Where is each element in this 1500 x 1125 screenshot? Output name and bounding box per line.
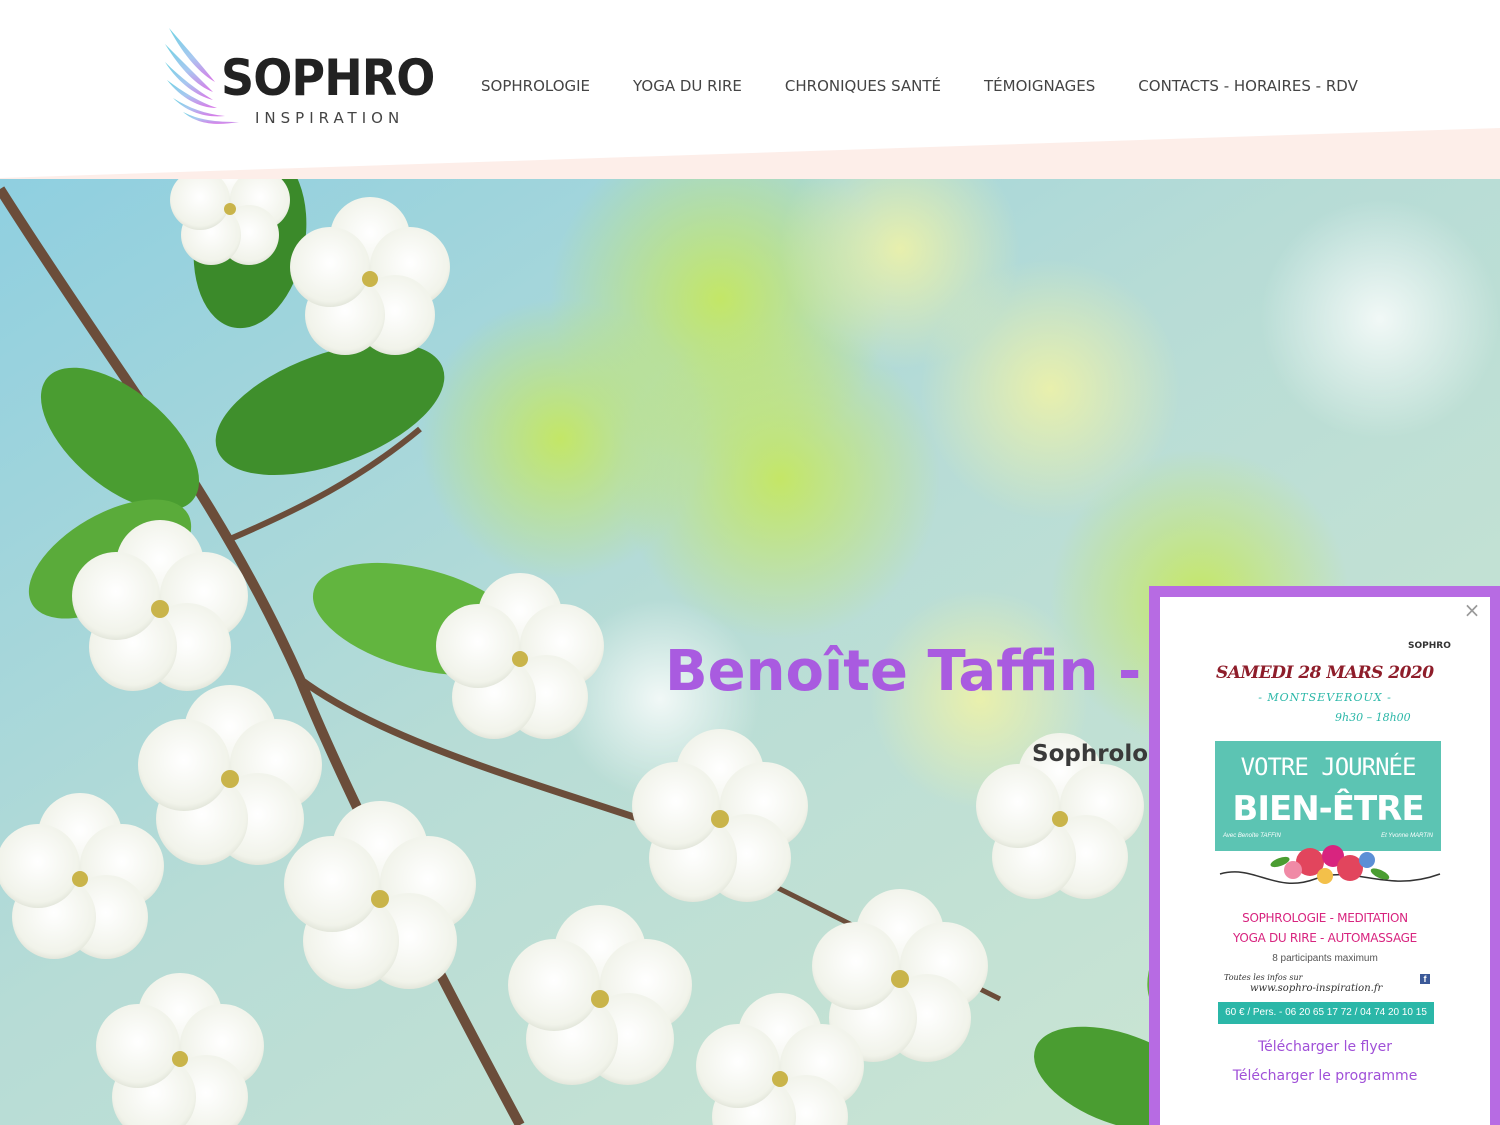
- site-logo[interactable]: SOPHRO INSPIRATION: [163, 26, 443, 130]
- nav-item-yoga-du-rire[interactable]: YOGA DU RIRE: [633, 74, 742, 98]
- nav-item-temoignages[interactable]: TÉMOIGNAGES: [984, 74, 1095, 98]
- flyer-activities-1: SOPHROLOGIE - MEDITATION: [1242, 911, 1408, 925]
- hero-title: Benoîte Taffin - S: [665, 639, 1202, 704]
- flyer-price-contact: 60 € / Pers. - 06 20 65 17 72 / 04 74 20…: [1218, 1002, 1434, 1024]
- facebook-icon: f: [1420, 974, 1430, 984]
- flower-bouquet-icon: [1219, 845, 1441, 884]
- logo-wordmark: SOPHRO: [221, 49, 435, 107]
- flyer-headline-1: VOTRE JOURNÉE: [1240, 753, 1417, 781]
- nav-item-sophrologie[interactable]: SOPHROLOGIE: [481, 74, 590, 98]
- flyer-headline-2: BIEN-ÊTRE: [1232, 789, 1424, 829]
- download-program-link[interactable]: Télécharger le programme: [1160, 1066, 1490, 1086]
- event-popup: × SOPHRO SAMEDI 28 MARS 2020 - MONTSEVER…: [1149, 586, 1500, 1125]
- event-popup-content: × SOPHRO SAMEDI 28 MARS 2020 - MONTSEVER…: [1160, 597, 1490, 1125]
- logo-tagline: INSPIRATION: [255, 109, 405, 127]
- flyer-place: - MONTSEVEROUX -: [1258, 691, 1392, 704]
- flyer-logo: SOPHRO: [1408, 641, 1451, 651]
- close-icon[interactable]: ×: [1462, 600, 1482, 620]
- site-header: SOPHRO INSPIRATION SOPHROLOGIE YOGA DU R…: [0, 0, 1500, 180]
- flyer-url: www.sophro-inspiration.fr: [1250, 983, 1383, 994]
- flyer-hours: 9h30 – 18h00: [1335, 711, 1411, 724]
- event-flyer[interactable]: SOPHRO SAMEDI 28 MARS 2020 - MONTSEVEROU…: [1160, 619, 1490, 1031]
- download-flyer-link[interactable]: Télécharger le flyer: [1160, 1037, 1490, 1057]
- flyer-participants: 8 participants maximum: [1272, 953, 1378, 964]
- main-nav: SOPHROLOGIE YOGA DU RIRE CHRONIQUES SANT…: [481, 74, 1358, 98]
- hero-subtitle: Sophrolog: [1032, 741, 1165, 767]
- nav-item-contacts[interactable]: CONTACTS - HORAIRES - RDV: [1138, 74, 1358, 98]
- nav-item-chroniques-sante[interactable]: CHRONIQUES SANTÉ: [785, 74, 941, 98]
- flyer-activities-2: YOGA DU RIRE - AUTOMASSAGE: [1233, 931, 1417, 945]
- flyer-date: SAMEDI 28 MARS 2020: [1216, 663, 1434, 683]
- flyer-infos: Toutes les infos sur: [1224, 973, 1303, 982]
